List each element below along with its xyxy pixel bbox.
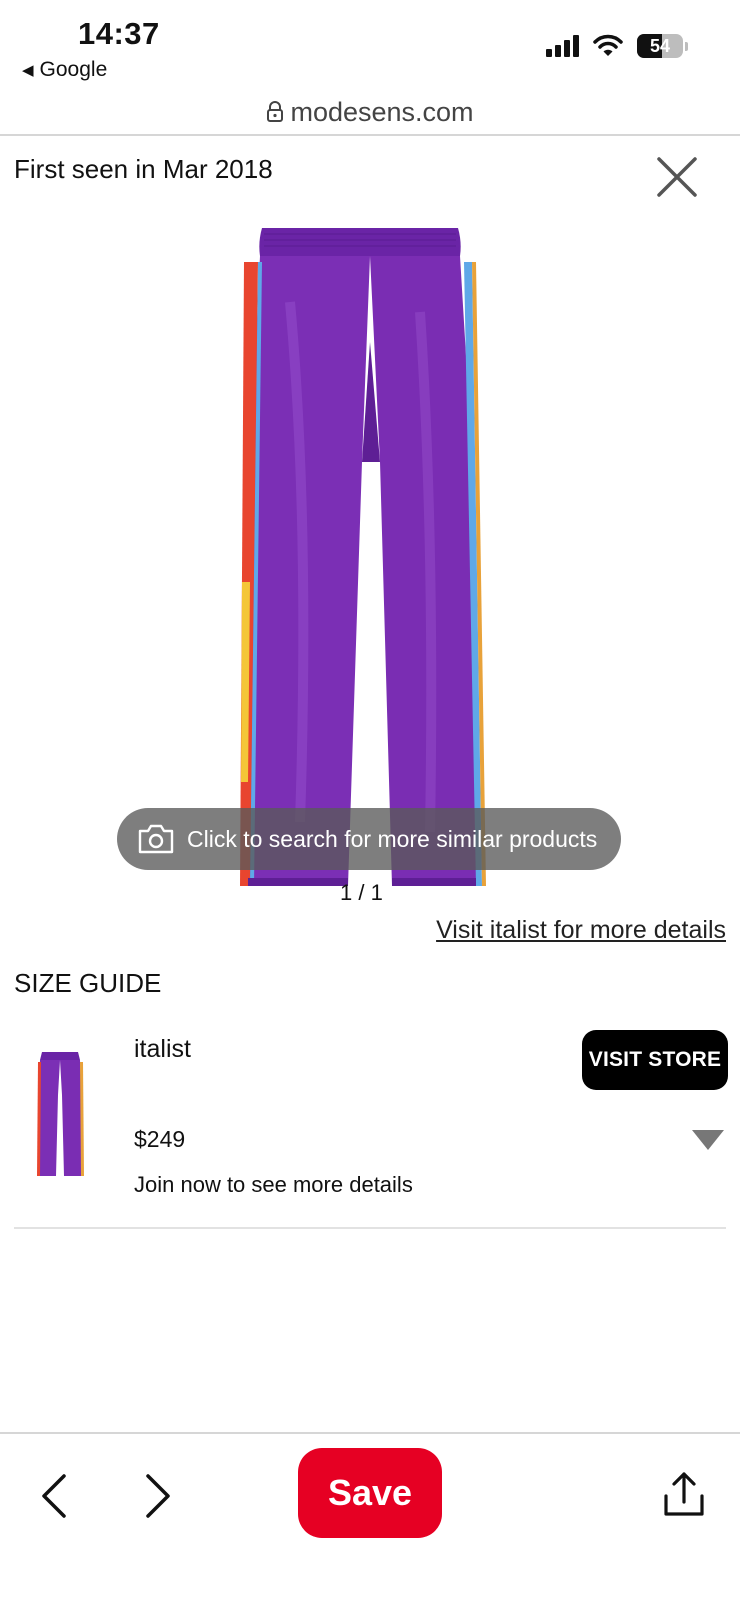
battery-level: 54 — [649, 35, 671, 56]
first-seen-label: First seen in Mar 2018 — [14, 154, 273, 184]
status-icons: 54 — [546, 34, 688, 58]
back-app-label: Google — [39, 58, 108, 81]
visit-retailer-link[interactable]: Visit italist for more details — [436, 916, 726, 945]
offer-divider — [14, 1227, 726, 1229]
image-counter: 1 / 1 — [340, 880, 383, 905]
back-triangle-icon: ◀ — [22, 62, 34, 79]
wifi-icon — [593, 34, 623, 56]
chevron-left-icon — [42, 1474, 66, 1518]
expand-offer-caret-icon[interactable] — [692, 1130, 724, 1150]
visual-search-label: Click to search for more similar product… — [187, 825, 598, 852]
offer-thumbnail[interactable] — [34, 1050, 86, 1180]
close-icon — [657, 157, 697, 197]
url-bar[interactable]: modesens.com — [0, 90, 740, 136]
visit-store-button[interactable]: VISIT STORE — [582, 1030, 728, 1090]
lock-icon — [267, 101, 284, 122]
back-to-app-button[interactable]: ◀ Google — [22, 58, 107, 82]
battery-indicator: 54 — [637, 34, 683, 58]
offer-price: $249 — [134, 1126, 186, 1152]
next-button[interactable] — [140, 1470, 176, 1522]
previous-button[interactable] — [36, 1470, 72, 1522]
size-guide-heading[interactable]: SIZE GUIDE — [14, 968, 161, 999]
bottom-toolbar: Save — [0, 1432, 740, 1600]
offer-store-name: italist — [134, 1035, 191, 1063]
save-button[interactable]: Save — [298, 1448, 442, 1538]
visual-search-button[interactable]: Click to search for more similar product… — [117, 808, 621, 870]
share-button[interactable] — [662, 1470, 706, 1520]
share-icon — [664, 1472, 704, 1516]
camera-icon — [138, 824, 174, 854]
close-button[interactable] — [654, 154, 700, 200]
signal-bars-icon — [546, 35, 579, 57]
chevron-right-icon — [146, 1474, 170, 1518]
status-time: 14:37 — [78, 16, 160, 51]
url-domain: modesens.com — [290, 96, 474, 127]
offer-join-note: Join now to see more details — [134, 1172, 413, 1197]
status-bar: 14:37 ◀ Google 54 — [0, 0, 740, 90]
